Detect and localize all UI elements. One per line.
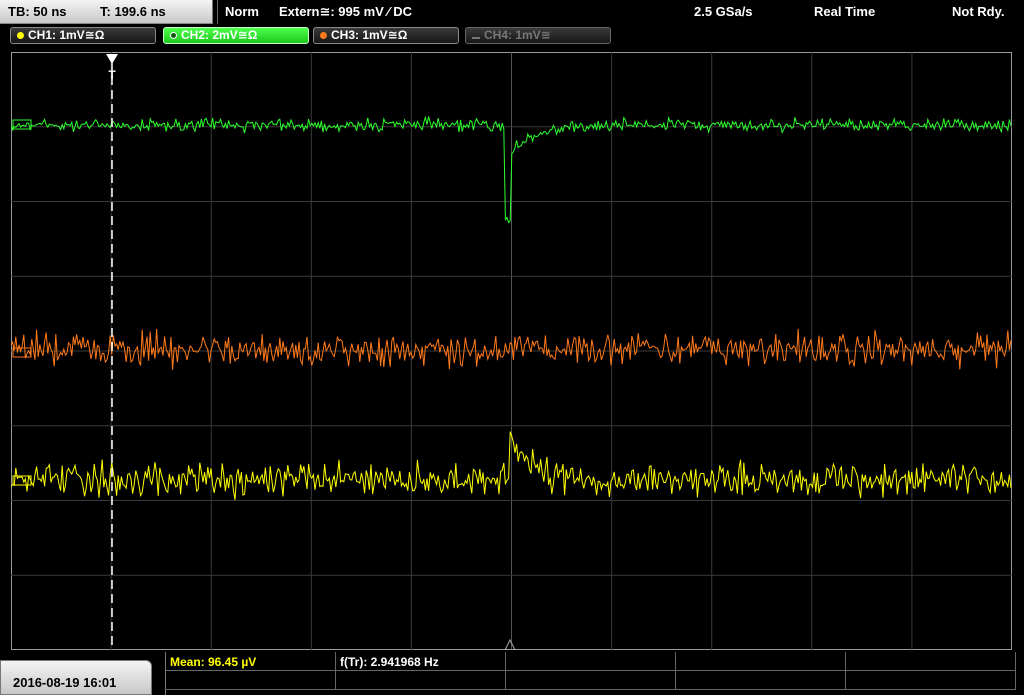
channel-3-dot-icon [320, 32, 327, 39]
trigger-t-marker-icon: T [108, 68, 116, 82]
channel-bar: CH1: 1mV≅Ω CH2: 2mV≅Ω CH3: 1mV≅Ω CH4: 1m… [0, 26, 1024, 46]
channel-2-dot-icon [170, 32, 177, 39]
measurement-cell-empty[interactable] [676, 652, 846, 671]
waveform-canvas: T [11, 52, 1012, 650]
trigger-position-icon[interactable] [106, 54, 118, 64]
measurement-table[interactable]: Mean: 96.45 µV f(Tr): 2.941968 Hz [165, 652, 1016, 695]
measurement-cell-empty[interactable] [506, 671, 676, 690]
graticule [11, 52, 1012, 650]
channel-2-button[interactable]: CH2: 2mV≅Ω [163, 27, 309, 44]
trigger-mode[interactable]: Norm [225, 4, 259, 19]
measurement-cell-empty[interactable] [336, 671, 506, 690]
trigger-source[interactable]: Extern≅: 995 mV ⁄ DC [279, 4, 412, 20]
acquisition-status: Not Rdy. [952, 4, 1005, 19]
measurement-cell-empty[interactable] [846, 652, 1016, 671]
trigger-time-label: T: 199.6 ns [100, 4, 166, 19]
trigger-point-marker-icon [504, 638, 516, 650]
measurement-cell[interactable]: f(Tr): 2.941968 Hz [336, 652, 506, 671]
measurement-cell[interactable]: Mean: 96.45 µV [166, 652, 336, 671]
measurement-cell-empty[interactable] [846, 671, 1016, 690]
measurement-cell-empty[interactable] [676, 671, 846, 690]
channel-1-button[interactable]: CH1: 1mV≅Ω [10, 27, 156, 44]
mean-measurement: Mean: 96.45 µV [170, 655, 257, 669]
timebase-label: TB: 50 ns [8, 4, 67, 19]
status-bar: TB: 50 ns T: 199.6 ns Norm Extern≅: 995 … [0, 0, 1024, 24]
channel-1-dot-icon [17, 32, 24, 39]
channel-1-label: CH1: 1mV≅Ω [28, 28, 105, 42]
measurement-cell-empty[interactable] [166, 671, 336, 690]
timebase-box[interactable]: TB: 50 ns T: 199.6 ns [0, 0, 213, 24]
channel-4-button[interactable]: CH4: 1mV≅ [465, 27, 611, 44]
channel-3-button[interactable]: CH3: 1mV≅Ω [313, 27, 459, 44]
measurement-cell-empty[interactable] [506, 652, 676, 671]
datetime-box: 2016-08-19 16:01 [0, 660, 152, 695]
frequency-measurement: f(Tr): 2.941968 Hz [340, 655, 439, 669]
acquisition-mode: Real Time [814, 4, 876, 19]
datetime-label: 2016-08-19 16:01 [13, 675, 117, 690]
channel-4-dash-icon [472, 37, 480, 39]
channel-4-label: CH4: 1mV≅ [484, 28, 551, 42]
channel-2-label: CH2: 2mV≅Ω [181, 28, 258, 42]
separator [217, 0, 218, 24]
bottom-bar: 2016-08-19 16:01 Mean: 96.45 µV f(Tr): 2… [0, 652, 1024, 695]
channel-3-label: CH3: 1mV≅Ω [331, 28, 408, 42]
sample-rate: 2.5 GSa/s [694, 4, 753, 19]
channel-3-marker-icon[interactable] [12, 347, 32, 358]
